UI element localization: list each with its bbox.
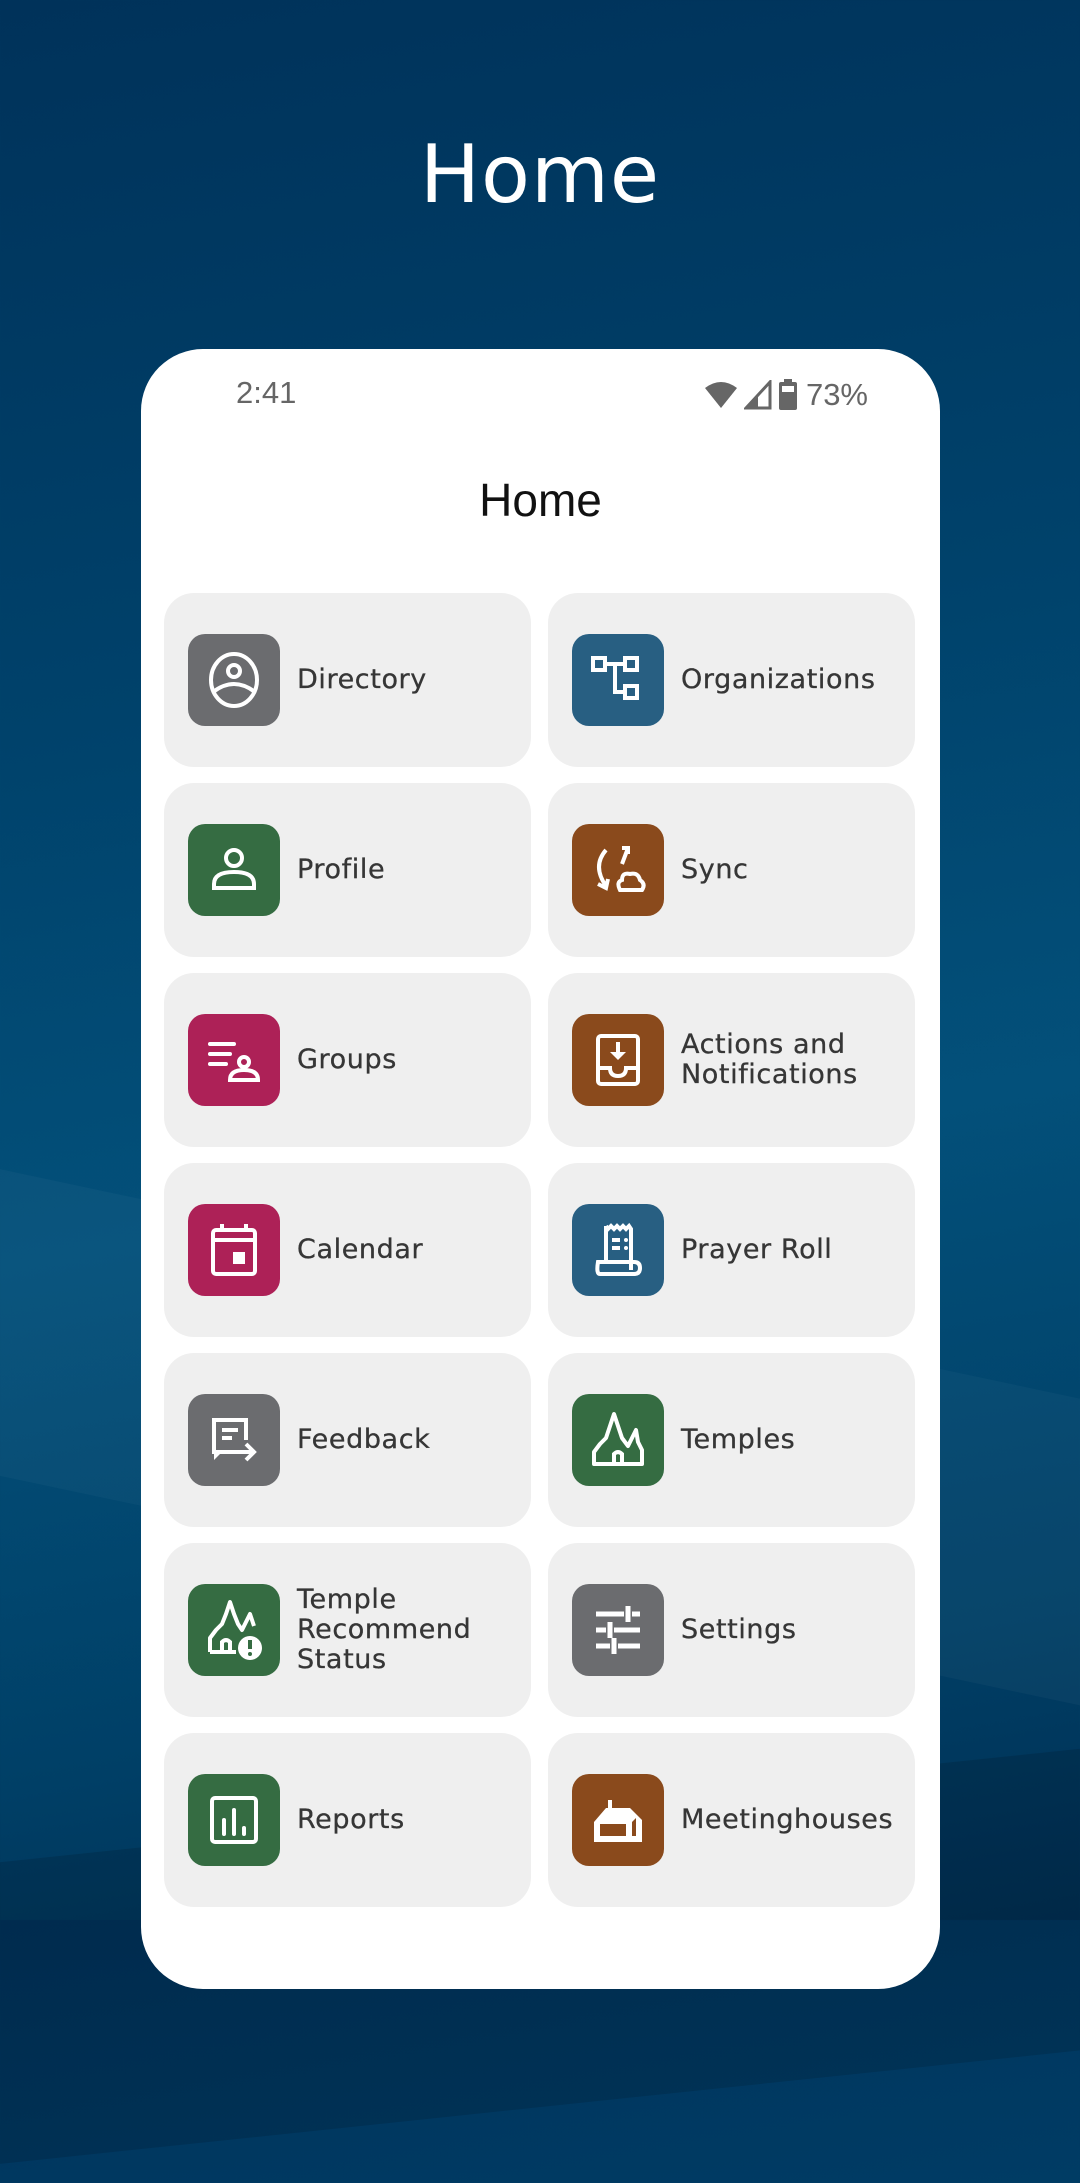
hero-title: Home [419,128,661,221]
battery-percent: 73% [805,377,868,412]
tile-reports[interactable]: Reports [164,1733,531,1907]
organizations-icon [572,634,664,726]
tile-label: Temple Recommend Status [297,1584,472,1675]
tile-label: Directory [297,664,427,695]
page-title: Home [479,474,602,526]
tile-label: Calendar [297,1234,424,1265]
tile-organizations[interactable]: Organizations [548,593,915,767]
groups-icon [188,1014,280,1106]
tile-label: Meetinghouses [681,1804,894,1835]
tile-meetinghouses[interactable]: Meetinghouses [548,1733,915,1907]
tile-profile[interactable]: Profile [164,783,531,957]
tile-temple-recommend-status[interactable]: Temple Recommend Status [164,1543,531,1717]
status-icons: 73% [704,377,868,413]
prayer-roll-icon [572,1204,664,1296]
phone-screen: 2:41 73% Home Directory Organizations Pr… [141,349,940,1989]
tile-label: Prayer Roll [681,1234,833,1265]
tile-temples[interactable]: Temples [548,1353,915,1527]
tile-groups[interactable]: Groups [164,973,531,1147]
profile-icon [188,824,280,916]
tile-directory[interactable]: Directory [164,593,531,767]
tile-label: Organizations [681,664,876,695]
meetinghouse-icon [572,1774,664,1866]
temple-icon [572,1394,664,1486]
temple-alert-icon [188,1584,280,1676]
calendar-icon [188,1204,280,1296]
cell-signal-icon [743,380,772,410]
feedback-icon [188,1394,280,1486]
tile-label: Actions and Notifications [681,1029,858,1090]
sync-icon [572,824,664,916]
tile-label: Settings [681,1614,797,1645]
tile-label: Profile [297,854,386,885]
bar-chart-icon [188,1774,280,1866]
tile-actions-and-notifications[interactable]: Actions and Notifications [548,973,915,1147]
inbox-download-icon [572,1014,664,1106]
wifi-icon [704,380,738,410]
tile-label: Temples [681,1424,796,1455]
tile-label: Groups [297,1044,397,1075]
tile-label: Reports [297,1804,405,1835]
battery-icon [778,379,798,411]
tile-sync[interactable]: Sync [548,783,915,957]
tile-prayer-roll[interactable]: Prayer Roll [548,1163,915,1337]
sliders-icon [572,1584,664,1676]
tile-calendar[interactable]: Calendar [164,1163,531,1337]
home-tile-grid: Directory Organizations Profile Sync Gro [164,593,916,1907]
tile-feedback[interactable]: Feedback [164,1353,531,1527]
tile-label: Sync [681,854,749,885]
status-bar: 2:41 73% [141,375,940,415]
status-time: 2:41 [236,375,297,410]
tile-settings[interactable]: Settings [548,1543,915,1717]
directory-icon [188,634,280,726]
tile-label: Feedback [297,1424,431,1455]
